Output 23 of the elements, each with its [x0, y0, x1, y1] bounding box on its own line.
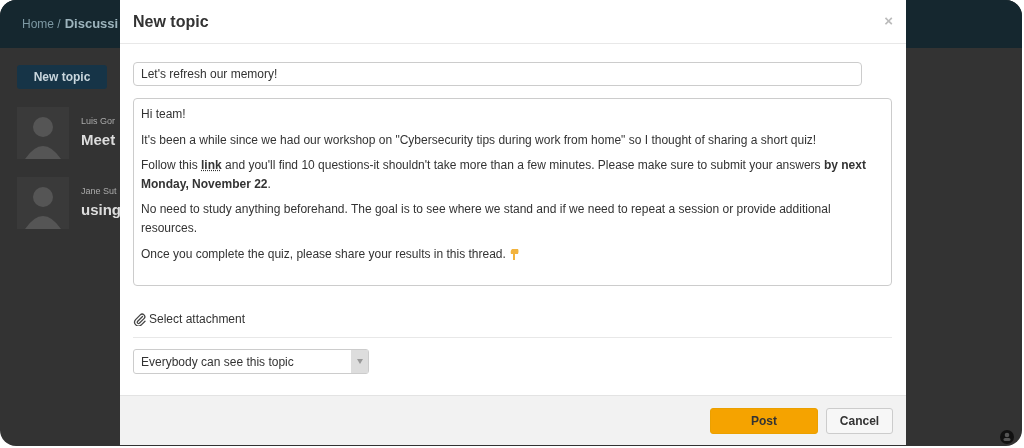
breadcrumb-link[interactable]: Home /	[22, 15, 61, 33]
user-icon[interactable]	[1000, 430, 1014, 444]
visibility-select[interactable]: Everybody can see this topic	[133, 349, 369, 374]
message-paragraph: Once you complete the quiz, please share your results in this thread.	[141, 244, 884, 264]
post-title[interactable]: Meet	[81, 128, 116, 151]
message-editor[interactable]	[133, 98, 892, 286]
post-author: Luis Gor	[81, 115, 116, 128]
post-button[interactable]: Post	[710, 407, 818, 434]
post-author: Jane Sut	[81, 185, 118, 198]
message-paragraph: It's been a while since we had our workshop on "Cybersecurity tips during work from home" so I thought of sharing a short quiz!	[141, 131, 818, 149]
message-paragraph: Hi team!	[141, 106, 187, 123]
select-attachment-link[interactable]: Select attachment	[149, 310, 246, 328]
new-topic-button[interactable]: New topic	[17, 65, 107, 89]
paperclip-icon	[133, 312, 146, 326]
post-title[interactable]: using	[81, 198, 121, 221]
dropdown-arrow-icon	[356, 359, 363, 364]
page-title: Discussi	[64, 15, 119, 34]
quiz-link[interactable]: link	[201, 158, 222, 173]
message-paragraph: No need to study anything beforehand. The goal is to see where we stand and if we need to repeat a session or provide additional resources.	[141, 201, 832, 237]
message-paragraph: Follow this link and you'll find 10 questions-it shouldn't take more than a few minutes. Please make sure to submit your answers by next Monday, November 22.	[141, 157, 867, 193]
dialog-title: New topic	[133, 11, 209, 32]
cancel-button[interactable]: Cancel	[826, 407, 893, 434]
subject-field[interactable]: Let's refresh our memory!	[133, 62, 862, 86]
